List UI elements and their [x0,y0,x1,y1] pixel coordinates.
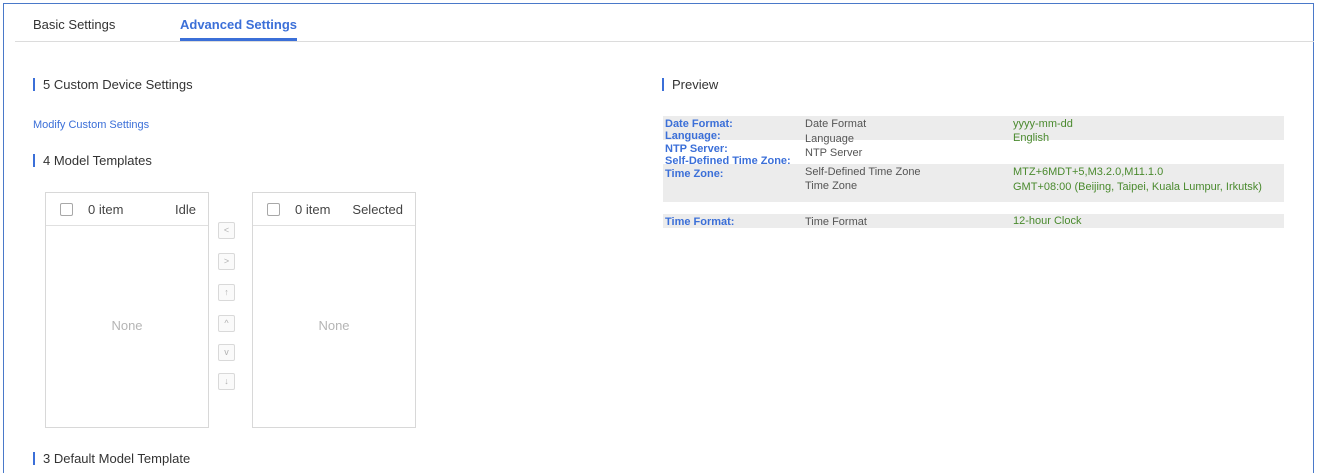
preview-name: Language [805,133,854,145]
idle-select-all-checkbox[interactable] [60,203,73,216]
preview-value: 12-hour Clock [1013,215,1082,227]
preview-name: NTP Server [805,147,863,159]
modify-custom-settings-link[interactable]: Modify Custom Settings [33,119,149,131]
move-left-button[interactable]: < [218,222,235,239]
default-model-template-title: 3 Default Model Template [33,452,190,465]
selected-list-header: 0 item Selected [253,193,415,226]
tab-bar: Basic Settings Advanced Settings [15,4,1314,42]
chevron-down-icon: v [224,347,229,357]
chevron-up-icon: ^ [224,318,229,328]
idle-list-label: Idle [175,202,196,217]
move-to-bottom-button[interactable]: ↓ [218,373,235,390]
preview-value: GMT+08:00 (Beijing, Taipei, Kuala Lumpur… [1013,181,1262,193]
chevron-right-icon: > [223,256,230,266]
idle-templates-list: 0 item Idle None [45,192,209,428]
custom-device-settings-title: 5 Custom Device Settings [33,78,193,91]
preview-name: Time Zone [805,180,858,192]
preview-name: Date Format [805,118,867,130]
move-down-button[interactable]: v [218,344,235,361]
selected-select-all-checkbox[interactable] [267,203,280,216]
preview-name: Time Format [805,216,867,228]
preview-name: Self-Defined Time Zone [805,166,921,178]
move-up-button[interactable]: ^ [218,315,235,332]
chevron-left-icon: < [223,225,230,235]
tab-advanced-settings-label: Advanced Settings [180,17,298,32]
selected-templates-list: 0 item Selected None [252,192,416,428]
idle-empty-text: None [111,318,143,333]
preview-key: Language: [665,130,721,142]
preview-value: English [1013,132,1050,144]
preview-title: Preview [662,78,718,91]
preview-key: Self-Defined Time Zone: [665,155,791,167]
preview-value: MTZ+6MDT+5,M3.2.0,M11.1.0 [1013,166,1164,178]
preview-key: NTP Server: [665,143,728,155]
arrow-up-icon: ↑ [224,287,229,297]
idle-item-count: 0 item [88,202,124,217]
preview-key: Time Zone: [665,168,724,180]
move-right-button[interactable]: > [218,253,235,270]
preview-key: Date Format: [665,118,733,130]
selected-item-count: 0 item [295,202,331,217]
selected-list-label: Selected [352,202,403,217]
preview-value: yyyy-mm-dd [1013,118,1073,130]
selected-empty-text: None [318,318,350,333]
idle-list-header: 0 item Idle [46,193,208,226]
tab-basic-settings[interactable]: Basic Settings [33,17,115,32]
model-templates-title: 4 Model Templates [33,154,152,167]
arrow-down-icon: ↓ [224,376,229,386]
active-tab-indicator [180,38,298,41]
preview-key: Time Format: [665,216,735,228]
tab-advanced-settings[interactable]: Advanced Settings [180,17,298,41]
move-to-top-button[interactable]: ↑ [218,284,235,301]
